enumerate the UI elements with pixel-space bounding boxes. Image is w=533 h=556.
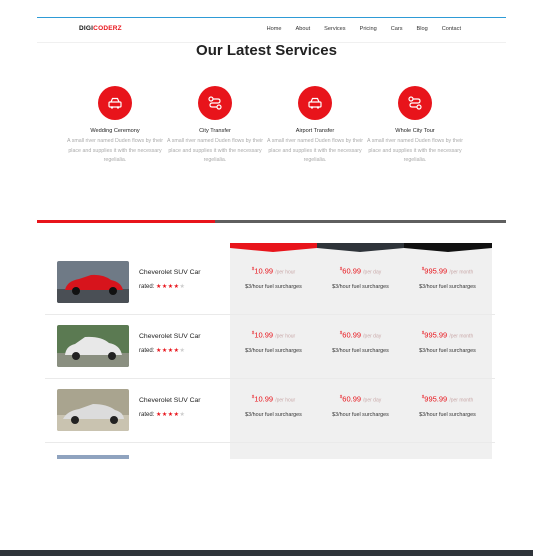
nav-menu: Home About Services Pricing Cars Blog Co… [253, 26, 461, 32]
star-icon: ★★★★ [156, 412, 180, 418]
service-name: Whole City Tour [395, 128, 435, 134]
car-name: Cheverolet SUV Car [139, 397, 201, 404]
service-item: Airport Transfer A small river named Dud… [267, 86, 363, 166]
price-hour: $10.99 /per hour $3/hour fuel surcharges [245, 266, 302, 290]
car-image[interactable] [57, 389, 129, 431]
route-icon [208, 96, 222, 110]
service-name: Airport Transfer [295, 128, 335, 134]
price-month: $995.99 /per month $3/hour fuel surcharg… [419, 394, 476, 418]
car-row: Cheverolet SUV Car rated: ★★★★★ $10.99 /… [45, 315, 495, 379]
nav-cars[interactable]: Cars [391, 26, 403, 32]
nav-about[interactable]: About [296, 26, 311, 32]
price-day: $60.99 /per day $3/hour fuel surcharges [332, 266, 389, 290]
nav-blog[interactable]: Blog [417, 26, 428, 32]
car-rating: rated: ★★★★★ [139, 284, 185, 290]
star-icon: ★★★★ [156, 284, 180, 290]
star-empty-icon: ★ [179, 412, 185, 418]
car-row: Cheverolet SUV Car rated: ★★★★★ $10.99 /… [45, 251, 495, 315]
service-desc: A small river named Duden flows by their… [367, 138, 463, 163]
nav-home[interactable]: Home [267, 26, 282, 32]
service-icon-circle [398, 86, 432, 120]
service-icon-circle [198, 86, 232, 120]
services-list: Wedding Ceremony A small river named Dud… [67, 86, 477, 186]
service-desc: A small river named Duden flows by their… [267, 138, 363, 163]
star-icon: ★★★★ [156, 348, 180, 354]
price-month: $995.99 /per month $3/hour fuel surcharg… [419, 330, 476, 354]
price-month: $995.99 /per month $3/hour fuel surcharg… [419, 266, 476, 290]
price-day: $60.99 /per day $3/hour fuel surcharges [332, 330, 389, 354]
car-icon [308, 97, 322, 109]
route-icon [408, 96, 422, 110]
car-rating: rated: ★★★★★ [139, 412, 185, 418]
price-hour: $10.99 /per hour $3/hour fuel surcharges [245, 330, 302, 354]
service-desc: A small river named Duden flows by their… [167, 138, 263, 163]
section-title: Our Latest Services [196, 42, 337, 59]
logo[interactable]: DIGICODERZ [79, 25, 122, 32]
star-empty-icon: ★ [179, 284, 185, 290]
car-image[interactable] [57, 325, 129, 367]
price-hour: $10.99 /per hour $3/hour fuel surcharges [245, 394, 302, 418]
car-icon [108, 97, 122, 109]
service-item: Whole City Tour A small river named Dude… [367, 86, 463, 166]
service-name: Wedding Ceremony [90, 128, 140, 134]
car-row: Cheverolet SUV Car rated: ★★★★★ $10.99 /… [45, 379, 495, 443]
price-day: $60.99 /per day $3/hour fuel surcharges [332, 394, 389, 418]
section-divider [37, 220, 506, 223]
service-item: Wedding Ceremony A small river named Dud… [67, 86, 163, 166]
service-icon-circle [98, 86, 132, 120]
car-image[interactable] [57, 261, 129, 303]
service-desc: A small river named Duden flows by their… [67, 138, 163, 163]
car-name: Cheverolet SUV Car [139, 269, 201, 276]
navbar: DIGICODERZ Home About Services Pricing C… [37, 18, 506, 43]
star-empty-icon: ★ [179, 348, 185, 354]
service-name: City Transfer [199, 128, 231, 134]
car-rating: rated: ★★★★★ [139, 348, 185, 354]
service-icon-circle [298, 86, 332, 120]
nav-pricing[interactable]: Pricing [360, 26, 377, 32]
footer-bar [0, 550, 533, 556]
service-item: City Transfer A small river named Duden … [167, 86, 263, 166]
nav-contact[interactable]: Contact [442, 26, 461, 32]
car-image-partial [57, 455, 129, 459]
nav-services[interactable]: Services [324, 26, 345, 32]
car-name: Cheverolet SUV Car [139, 333, 201, 340]
